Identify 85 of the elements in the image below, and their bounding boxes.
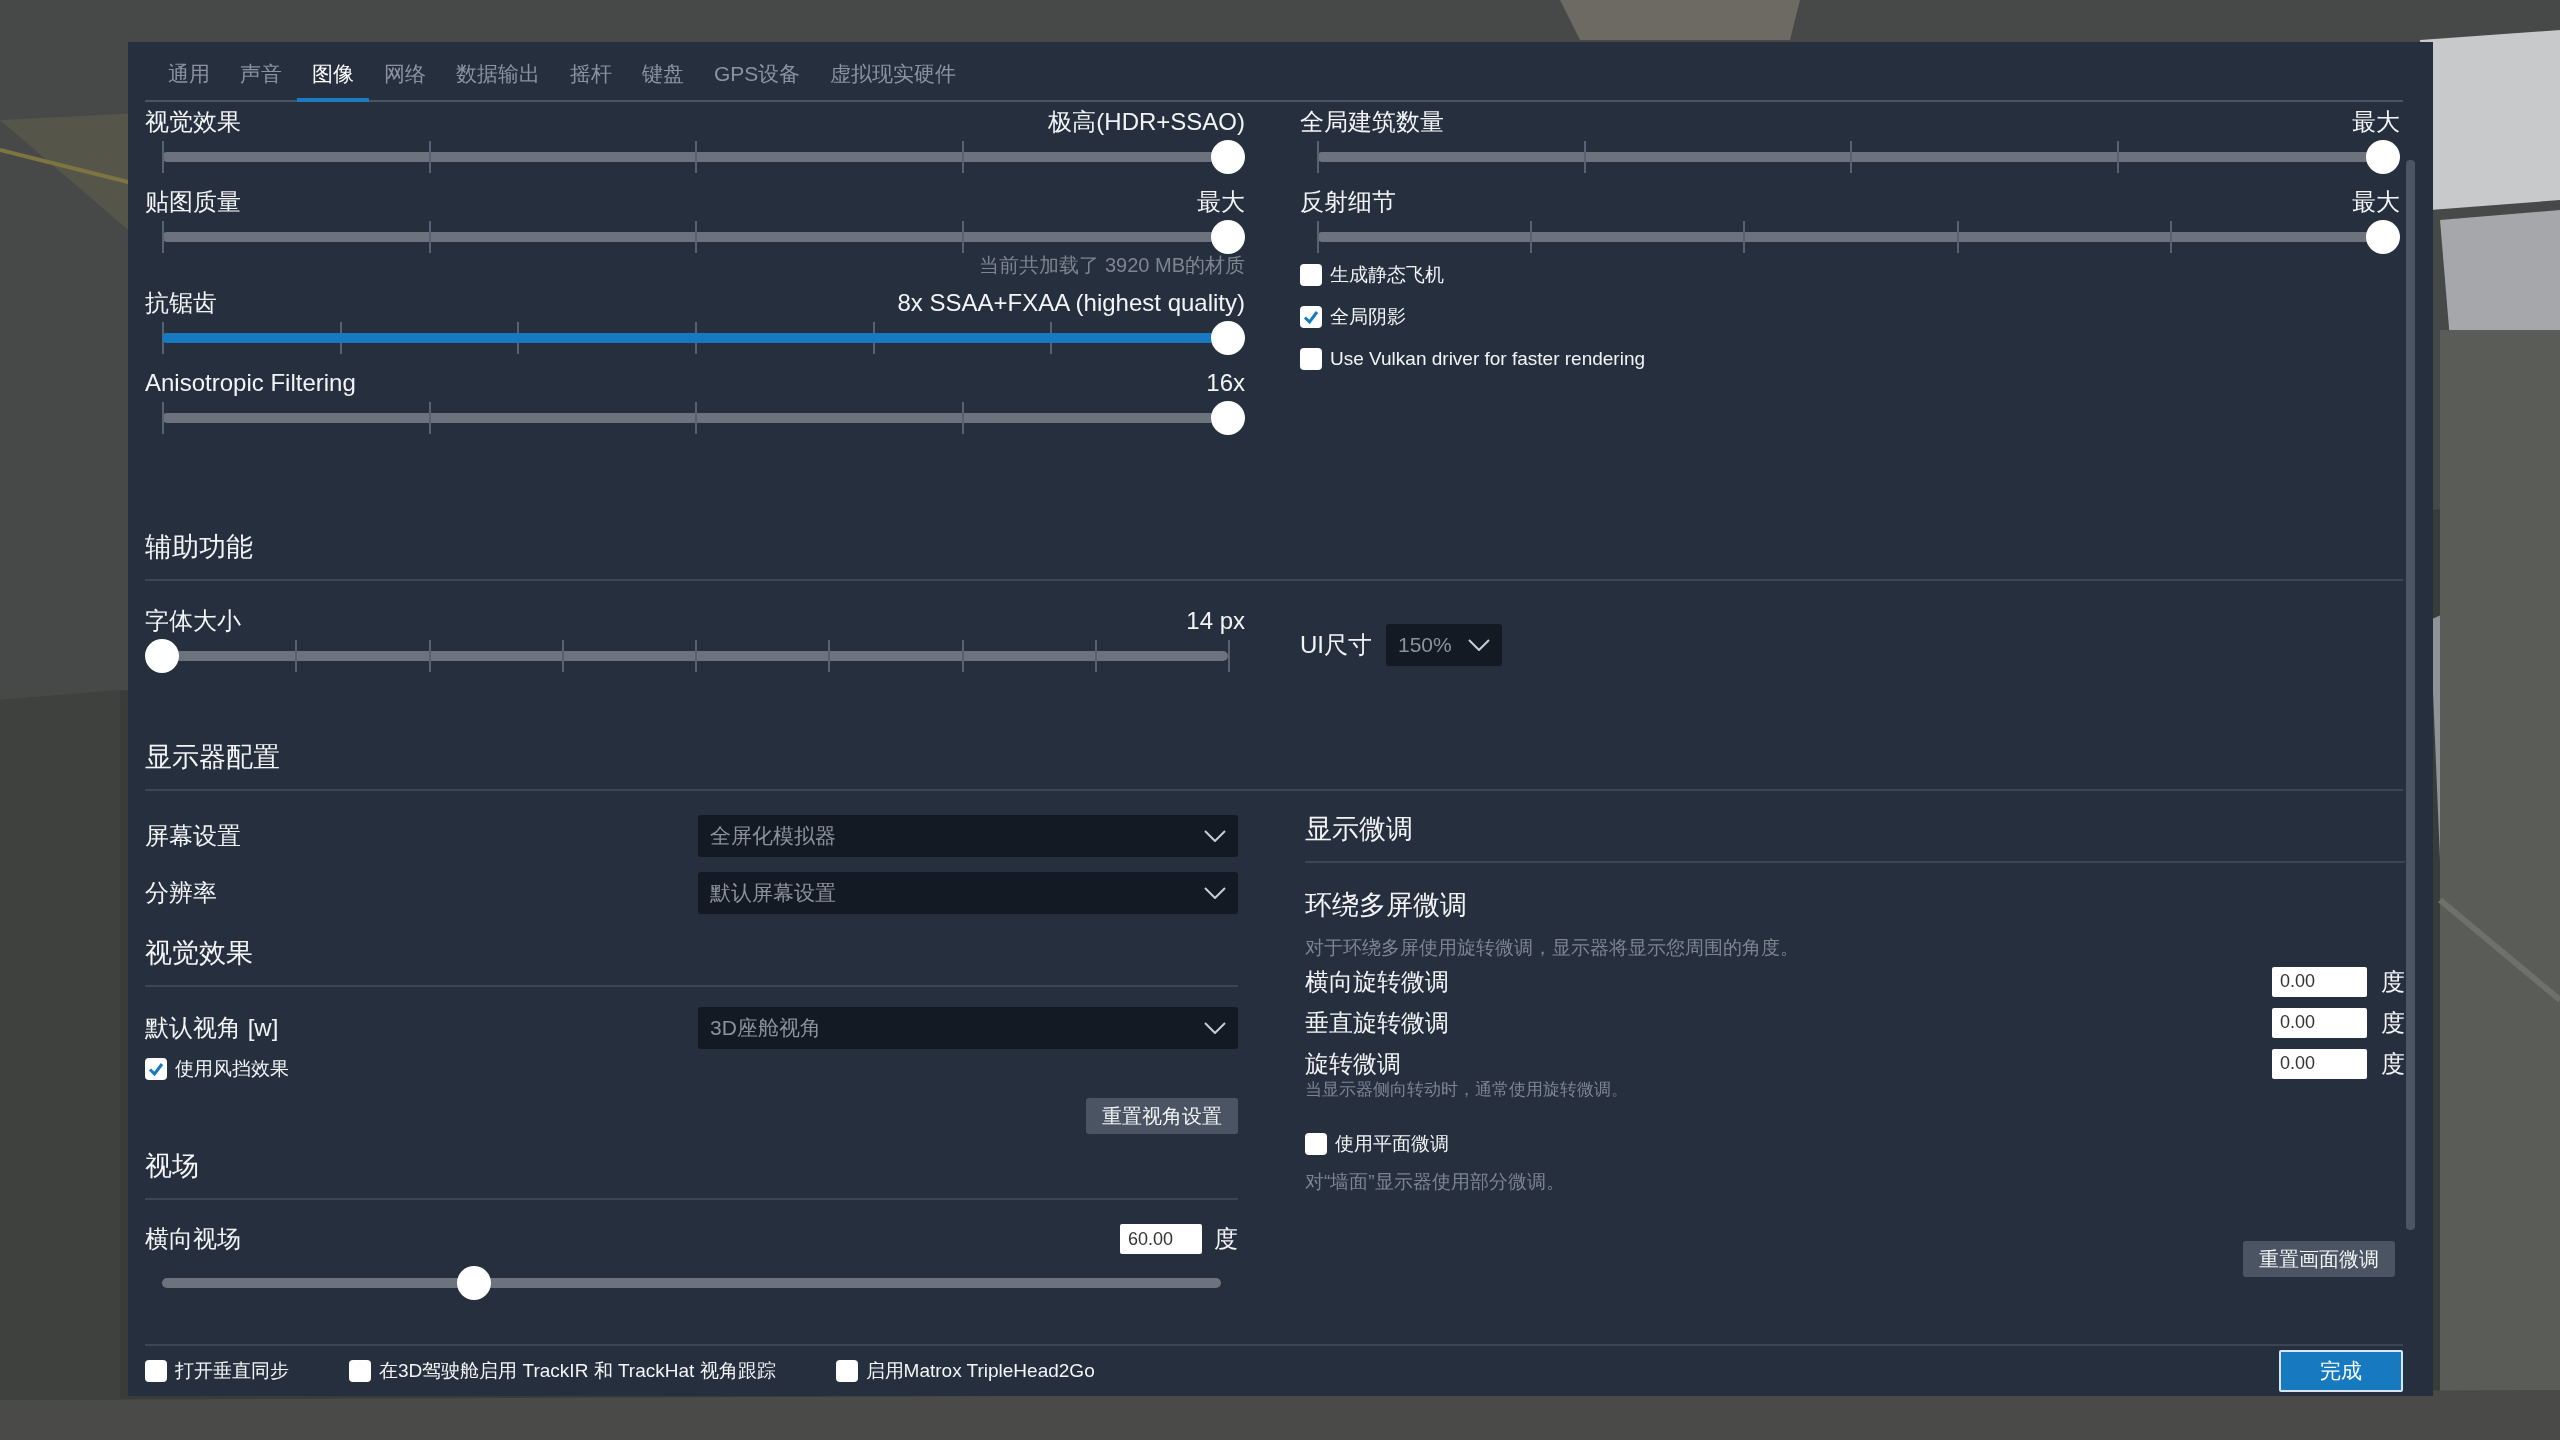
subsection-title: 环绕多屏微调 (1305, 889, 1468, 922)
reset-tuning-button[interactable]: 重置画面微调 (2243, 1241, 2395, 1277)
field-label: UI尺寸 (1300, 630, 1372, 660)
slider-label: 全局建筑数量 (1300, 107, 1444, 137)
slider-value: 最大 (2352, 107, 2400, 137)
checkbox-label: Use Vulkan driver for faster rendering (1330, 348, 1646, 370)
tab[interactable]: 键盘 (627, 60, 699, 102)
slider-thumb[interactable] (145, 639, 179, 673)
checkbox-label: 打开垂直同步 (175, 1359, 289, 1383)
section-title: 视场 (145, 1151, 199, 1181)
field-label: 屏幕设置 (145, 820, 241, 851)
slider-value: 最大 (1197, 187, 1245, 217)
checkbox[interactable] (1300, 348, 1322, 370)
checkbox-label: 使用风挡效果 (175, 1057, 289, 1081)
unit-label: 度 (1214, 1224, 1238, 1254)
field-label: 横向视场 (145, 1224, 241, 1254)
tab[interactable]: 图像 (297, 60, 369, 102)
slider-label: 视觉效果 (145, 107, 241, 137)
slider-thumb[interactable] (1211, 401, 1245, 435)
checkbox-label: 生成静态飞机 (1330, 263, 1444, 287)
unit-label: 度 (2381, 1007, 2405, 1038)
slider-value: 16x (1206, 369, 1245, 397)
slider-thumb[interactable] (1211, 220, 1245, 254)
reset-view-button[interactable]: 重置视角设置 (1086, 1098, 1238, 1134)
tab[interactable]: 虚拟现实硬件 (815, 60, 972, 102)
slider-thumb[interactable] (457, 1266, 492, 1300)
fov-input[interactable]: 60.00 (1120, 1224, 1202, 1254)
chevron-icon (1204, 886, 1226, 899)
checkbox-label: 全局阴影 (1330, 305, 1406, 329)
checkbox[interactable] (1305, 1133, 1327, 1155)
checkbox-label: 启用Matrox TripleHead2Go (865, 1359, 1095, 1383)
field-label: 分辨率 (145, 877, 217, 908)
unit-label: 度 (2381, 966, 2405, 997)
checkbox[interactable] (349, 1360, 371, 1382)
chevron-icon (1204, 829, 1226, 842)
dropdown[interactable]: 全屏化模拟器 (698, 814, 1238, 857)
field-label: 旋转微调 (1305, 1048, 1401, 1079)
checkbox[interactable] (145, 1058, 167, 1080)
description-text: 对于环绕多屏使用旋转微调，显示器将显示您周围的角度。 (1305, 936, 1800, 960)
checkbox[interactable] (145, 1360, 167, 1382)
slider-thumb[interactable] (2366, 220, 2400, 254)
scrollbar[interactable] (2406, 160, 2415, 1230)
checkbox-label: 在3D驾驶舱启用 TrackIR 和 TrackHat 视角跟踪 (379, 1359, 776, 1383)
chevron-icon (1468, 639, 1490, 651)
slider-value: 8x SSAA+FXAA (highest quality) (897, 289, 1245, 317)
tab[interactable]: 声音 (225, 60, 297, 102)
slider-label: Anisotropic Filtering (145, 369, 356, 397)
slider-thumb[interactable] (1211, 140, 1245, 174)
field-label: 垂直旋转微调 (1305, 1007, 1449, 1038)
description-text: 对“墙面”显示器使用部分微调。 (1305, 1170, 1566, 1194)
slider-label: 贴图质量 (145, 187, 241, 217)
dropdown[interactable]: 默认屏幕设置 (698, 871, 1238, 914)
tab[interactable]: 网络 (369, 60, 441, 102)
tab[interactable]: GPS设备 (699, 60, 816, 102)
tab[interactable]: 数据输出 (441, 60, 555, 102)
checkbox[interactable] (1300, 306, 1322, 328)
slider-value: 14 px (1186, 607, 1245, 635)
section-title: 视觉效果 (145, 938, 253, 968)
checkbox[interactable] (835, 1360, 858, 1382)
memory-note: 当前共加载了 3920 MB的材质 (978, 253, 1245, 278)
description-text: 当显示器侧向转动时，通常使用旋转微调。 (1305, 1079, 1629, 1101)
field-label: 横向旋转微调 (1305, 966, 1449, 997)
checkbox-label: 使用平面微调 (1335, 1132, 1449, 1156)
unit-label: 度 (2381, 1048, 2405, 1079)
field-label: 默认视角 [w] (145, 1012, 279, 1043)
ui-scale-dropdown[interactable]: 150% (1386, 624, 1502, 666)
done-button[interactable]: 完成 (2279, 1350, 2403, 1392)
offset-input[interactable]: 0.00 (2272, 966, 2367, 997)
slider-thumb[interactable] (2366, 140, 2400, 174)
section-title: 辅助功能 (145, 532, 253, 562)
slider-thumb[interactable] (1211, 321, 1245, 355)
section-title: 显示微调 (1305, 814, 1413, 844)
tab[interactable]: 摇杆 (555, 60, 627, 102)
slider-value: 极高(HDR+SSAO) (1048, 107, 1245, 137)
offset-input[interactable]: 0.00 (2272, 1048, 2367, 1079)
tab[interactable]: 通用 (153, 60, 225, 102)
section-title: 显示器配置 (145, 742, 280, 772)
chevron-icon (1204, 1021, 1226, 1034)
checkbox[interactable] (1300, 264, 1322, 286)
slider-value: 最大 (2352, 187, 2400, 217)
slider-label: 反射细节 (1300, 187, 1396, 217)
slider-label: 字体大小 (145, 606, 241, 636)
dropdown[interactable]: 3D座舱视角 (698, 1006, 1238, 1049)
slider-label: 抗锯齿 (145, 288, 217, 318)
offset-input[interactable]: 0.00 (2272, 1007, 2367, 1038)
